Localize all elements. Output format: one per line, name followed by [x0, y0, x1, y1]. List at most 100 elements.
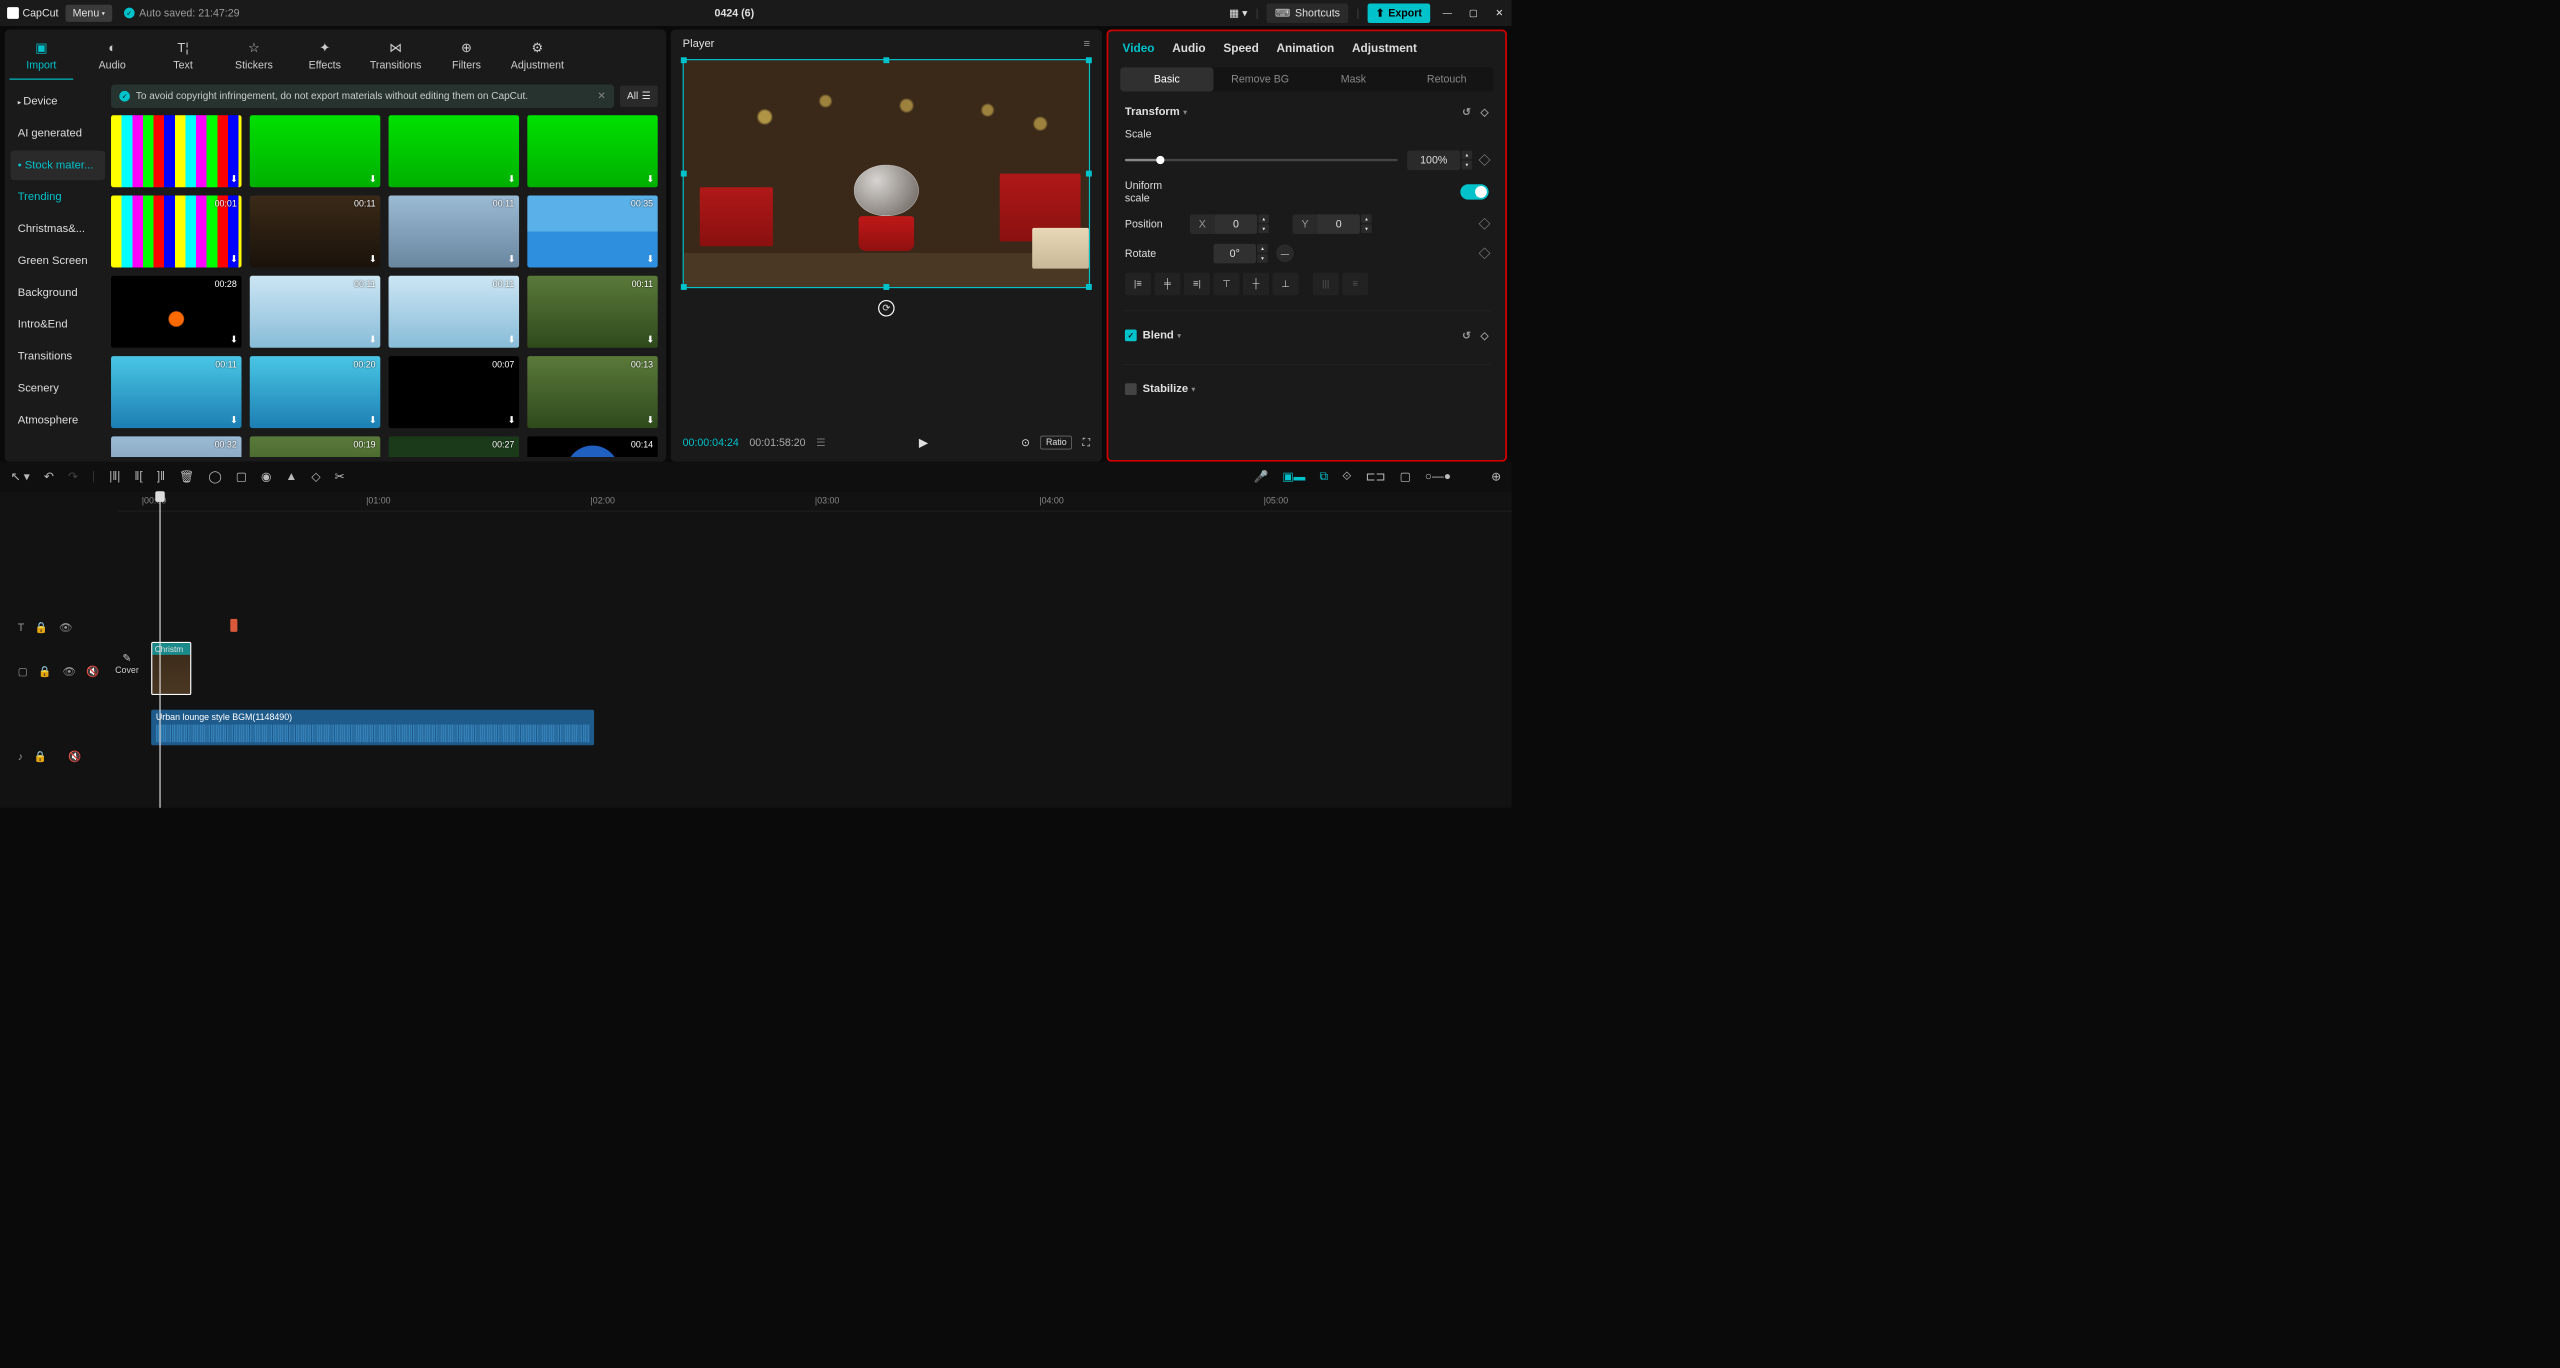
stock-thumbnail[interactable]: 00:32⬇ [111, 436, 242, 457]
audio-clip[interactable]: Urban lounge style BGM(1148490) [151, 710, 594, 745]
stock-thumbnail[interactable]: ⬇ [250, 115, 381, 187]
cover-button[interactable]: ✎Cover [112, 652, 142, 676]
tool-tab-audio[interactable]: ◐Audio [80, 37, 144, 80]
link-icon[interactable]: ⟐ [1342, 470, 1351, 484]
undo-icon[interactable]: ↶ [44, 469, 54, 484]
video-clip[interactable]: Christm [151, 642, 191, 695]
select-tool-icon[interactable]: ↖ ▾ [11, 469, 30, 484]
stock-thumbnail[interactable]: 00:19⬇ [250, 436, 381, 457]
download-icon[interactable]: ⬇ [230, 414, 238, 426]
position-keyframe[interactable] [1479, 218, 1491, 230]
stock-thumbnail[interactable]: 00:14⬇ [527, 436, 658, 457]
download-icon[interactable]: ⬇ [646, 253, 654, 265]
align-top-button[interactable]: ⊤ [1213, 273, 1239, 295]
inspector-tab-audio[interactable]: Audio [1172, 42, 1205, 56]
blend-checkbox[interactable]: ✓ [1125, 329, 1137, 341]
reset-icon[interactable]: ↺ [1462, 329, 1471, 341]
category-atmosphere[interactable]: Atmosphere [11, 406, 105, 436]
tool-tab-adjustment[interactable]: ⚙Adjustment [505, 37, 569, 80]
marker-icon[interactable]: ◯ [208, 469, 221, 484]
lock-icon[interactable]: 🔒 [35, 622, 48, 634]
align-bottom-button[interactable]: ⊥ [1273, 273, 1299, 295]
redo-icon[interactable]: ↷ [68, 469, 78, 484]
category-greenscreen[interactable]: Green Screen [11, 246, 105, 276]
stabilize-checkbox[interactable] [1125, 383, 1137, 395]
category-introend[interactable]: Intro&End [11, 310, 105, 340]
timeline-marker[interactable] [230, 619, 237, 632]
stock-thumbnail[interactable]: 00:07⬇ [389, 356, 520, 428]
crop-mode-icon[interactable]: ▢ [236, 469, 247, 484]
chevron-down-icon[interactable]: ▾ [1183, 108, 1187, 116]
shortcuts-button[interactable]: ⌨ Shortcuts [1267, 3, 1349, 22]
split-right-icon[interactable]: ]‖ [157, 470, 165, 484]
mirror-icon[interactable]: ▲ [286, 470, 298, 484]
category-christmas[interactable]: Christmas&... [11, 214, 105, 244]
tool-tab-text[interactable]: T¦Text [151, 37, 215, 80]
stock-thumbnail[interactable]: 00:11⬇ [111, 356, 242, 428]
snap-icon[interactable]: ⊏⊐ [1366, 469, 1386, 484]
distribute-v-button[interactable]: ≡ [1342, 273, 1368, 295]
split-left-icon[interactable]: ‖[ [134, 470, 142, 484]
scale-input[interactable]: 100% [1407, 150, 1460, 169]
pos-x-stepper[interactable]: ▴▾ [1258, 214, 1269, 234]
sub-tab-retouch[interactable]: Retouch [1400, 67, 1493, 91]
stock-thumbnail[interactable]: 00:11⬇ [250, 195, 381, 267]
keyframe-icon[interactable]: ◇ [1480, 106, 1488, 118]
download-icon[interactable]: ⬇ [369, 414, 377, 426]
category-trending[interactable]: Trending [11, 182, 105, 212]
video-track-controls[interactable]: ▢🔒👁🔇 [0, 665, 118, 677]
layout-icon[interactable]: ▦ ▾ [1229, 7, 1247, 19]
rotate-stepper[interactable]: ▴▾ [1257, 243, 1268, 263]
crop-icon[interactable]: ✂ [335, 469, 345, 484]
rotate-keyframe[interactable] [1479, 247, 1491, 259]
uniform-scale-toggle[interactable] [1460, 184, 1488, 199]
align-left-button[interactable]: |≡ [1125, 273, 1151, 295]
stock-thumbnail[interactable]: 00:11⬇ [389, 276, 520, 348]
download-icon[interactable]: ⬇ [369, 253, 377, 265]
keyframe-icon[interactable]: ◇ [1480, 329, 1488, 341]
stock-thumbnail[interactable]: 00:11⬇ [250, 276, 381, 348]
preview-canvas[interactable] [683, 59, 1090, 288]
category-aigenerated[interactable]: AI generated [11, 119, 105, 149]
stock-thumbnail[interactable]: 00:13⬇ [527, 356, 658, 428]
inspector-tab-adjustment[interactable]: Adjustment [1352, 42, 1417, 56]
mute-icon[interactable]: 🔇 [86, 665, 99, 677]
eye-icon[interactable]: 👁 [59, 622, 72, 634]
inspector-tab-speed[interactable]: Speed [1223, 42, 1258, 56]
zoom-fit-icon[interactable]: ⊕ [1491, 469, 1501, 484]
tool-tab-import[interactable]: ▣Import [9, 37, 73, 80]
audio-track-controls[interactable]: ♪🔒🔇 [0, 750, 118, 762]
fullscreen-icon[interactable]: ⛶ [1083, 436, 1090, 448]
sub-tab-basic[interactable]: Basic [1120, 67, 1213, 91]
minimize-button[interactable]: — [1438, 8, 1456, 19]
stabilize-section-label[interactable]: Stabilize [1143, 383, 1189, 396]
scale-slider[interactable] [1125, 159, 1398, 161]
ratio-button[interactable]: Ratio [1041, 436, 1072, 450]
stock-thumbnail[interactable]: 00:27⬇ [389, 436, 520, 457]
category-stockmater[interactable]: • Stock mater... [11, 151, 105, 181]
mirror-button[interactable]: — [1276, 244, 1294, 262]
lock-icon[interactable]: 🔒 [38, 665, 51, 677]
download-icon[interactable]: ⬇ [508, 253, 516, 265]
stock-thumbnail[interactable]: 00:20⬇ [250, 356, 381, 428]
align-hcenter-button[interactable]: ╪ [1154, 273, 1180, 295]
player-menu-icon[interactable]: ≡ [1084, 38, 1091, 51]
magnet-main-icon[interactable]: ▣▬ [1282, 469, 1305, 484]
mute-icon[interactable]: 🔇 [68, 750, 81, 762]
stock-thumbnail[interactable]: 00:28⬇ [111, 276, 242, 348]
magnet-icon[interactable]: ⧉ [1320, 470, 1328, 484]
preview-toggle-icon[interactable]: ▢ [1400, 469, 1411, 484]
tool-tab-effects[interactable]: ✦Effects [293, 37, 357, 80]
download-icon[interactable]: ⬇ [646, 334, 654, 346]
play-button[interactable]: ▶ [919, 435, 928, 450]
download-icon[interactable]: ⬇ [369, 173, 377, 185]
category-device[interactable]: Device [11, 87, 105, 117]
distribute-h-button[interactable]: ||| [1313, 273, 1339, 295]
export-button[interactable]: ⬆ Export [1368, 3, 1431, 22]
stock-thumbnail[interactable]: ⬇ [389, 115, 520, 187]
align-right-button[interactable]: ≡| [1184, 273, 1210, 295]
zoom-out-icon[interactable]: ○—● [1425, 470, 1451, 484]
reset-icon[interactable]: ↺ [1462, 106, 1471, 118]
tool-tab-filters[interactable]: ⊕Filters [435, 37, 499, 80]
stock-thumbnail[interactable]: 00:01⬇ [111, 195, 242, 267]
